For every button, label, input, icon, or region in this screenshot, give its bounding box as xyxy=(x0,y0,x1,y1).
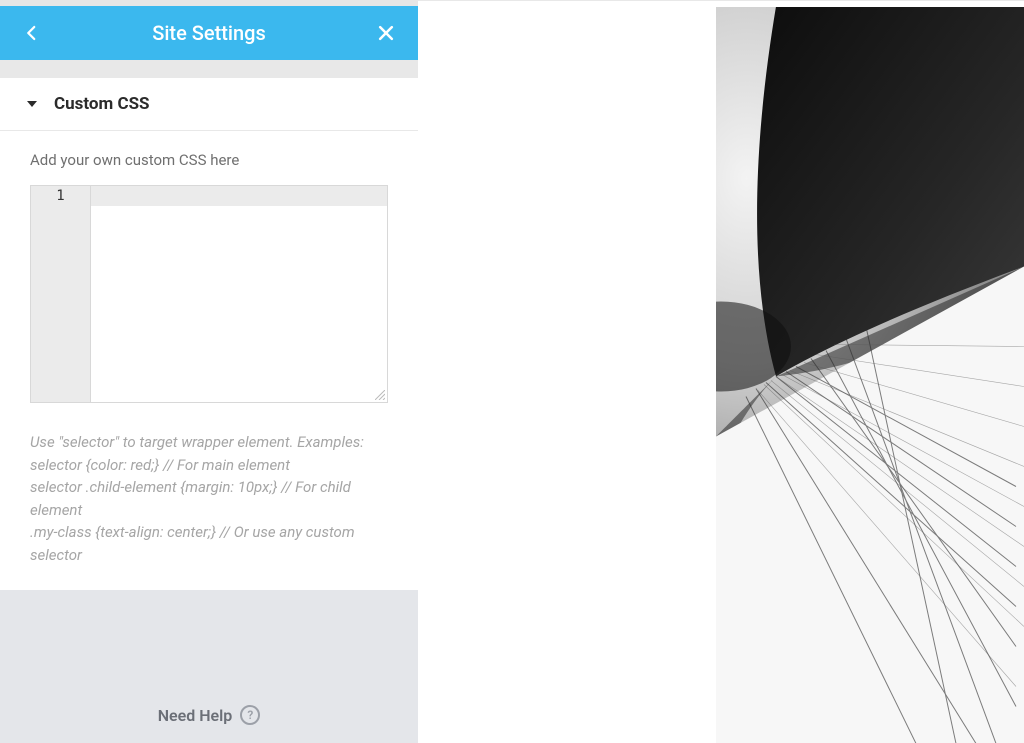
close-icon xyxy=(376,23,396,43)
line-number: 1 xyxy=(31,186,90,204)
custom-css-section-header[interactable]: Custom CSS xyxy=(0,78,418,131)
section-intro: Add your own custom CSS here xyxy=(30,151,388,169)
css-input[interactable] xyxy=(91,186,387,402)
back-button[interactable] xyxy=(20,21,44,45)
chevron-left-icon xyxy=(23,24,41,42)
caret-down-icon xyxy=(26,98,38,110)
close-button[interactable] xyxy=(374,21,398,45)
custom-css-section-body: Add your own custom CSS here 1 Use "sele… xyxy=(0,131,418,590)
css-code-editor[interactable]: 1 xyxy=(30,185,388,403)
sidebar-footer: Need Help ? xyxy=(0,590,418,743)
css-hint-text: Use "selector" to target wrapper element… xyxy=(30,431,388,566)
code-area xyxy=(91,186,387,402)
help-icon: ? xyxy=(240,705,260,725)
header-spacer xyxy=(0,60,418,78)
preview-image xyxy=(716,7,1024,743)
code-gutter: 1 xyxy=(31,186,91,402)
need-help-link[interactable]: Need Help ? xyxy=(0,687,418,743)
panel-header: Site Settings xyxy=(0,6,418,60)
need-help-label: Need Help xyxy=(158,706,233,725)
app-root: Site Settings Custom CSS Add your own cu… xyxy=(0,0,1024,743)
panel-title: Site Settings xyxy=(44,21,374,45)
page-preview xyxy=(418,0,1024,743)
section-title: Custom CSS xyxy=(54,94,150,114)
settings-sidebar: Site Settings Custom CSS Add your own cu… xyxy=(0,0,418,743)
